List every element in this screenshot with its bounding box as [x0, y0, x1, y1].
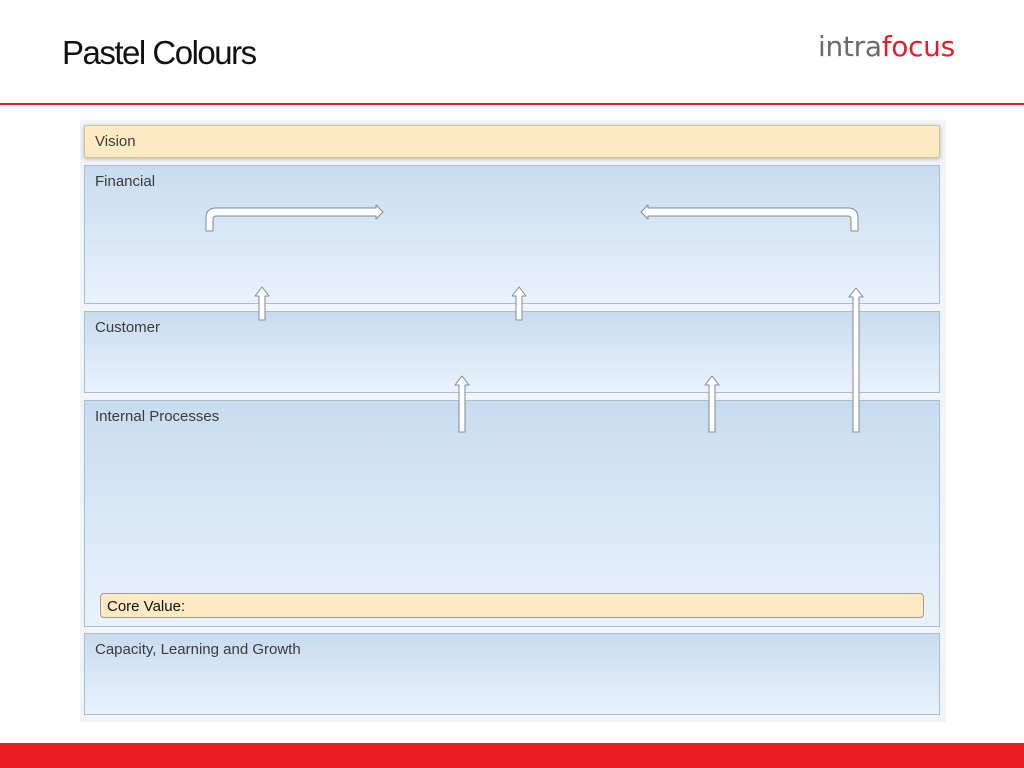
arrow-layer [205, 204, 864, 433]
up-arrow-icon [454, 375, 470, 433]
up-arrow-icon [511, 286, 527, 321]
up-arrow-long-icon [848, 287, 864, 433]
up-arrow-icon [254, 286, 270, 321]
up-arrow-icon [704, 375, 720, 433]
footer-bar [0, 743, 1024, 768]
bent-arrow-left-icon [640, 204, 859, 232]
bent-arrow-right-icon [205, 204, 384, 232]
